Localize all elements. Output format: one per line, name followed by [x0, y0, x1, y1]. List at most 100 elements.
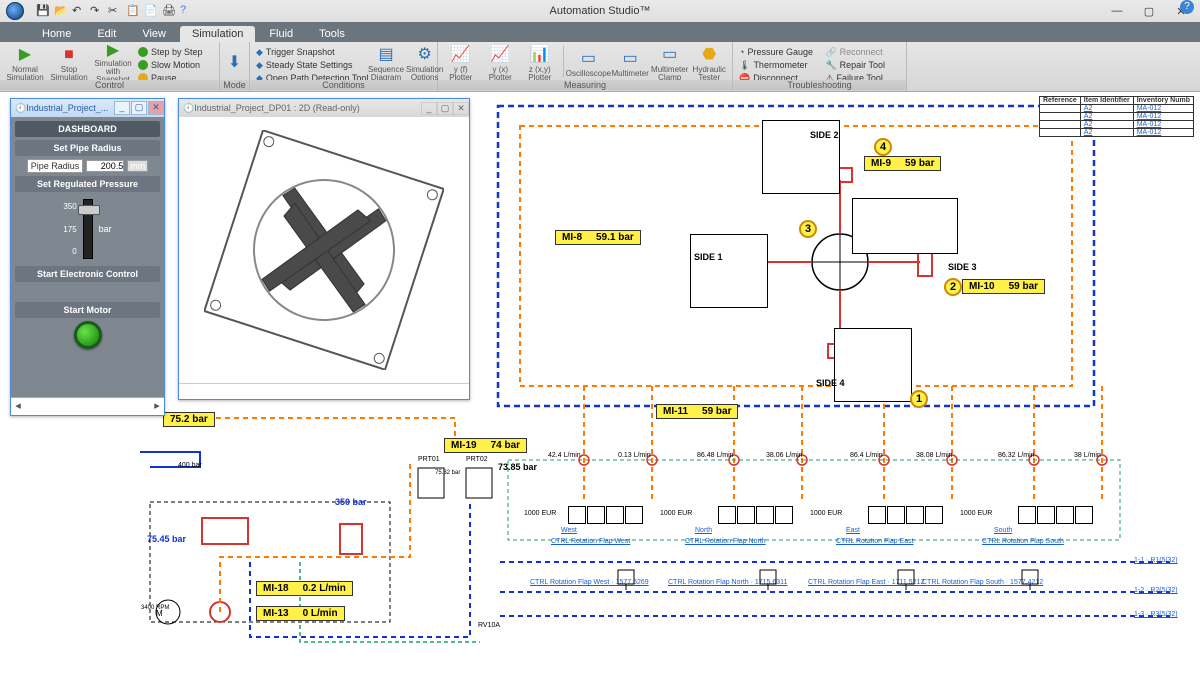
- qa-print-icon[interactable]: 🖨: [162, 4, 176, 18]
- readout-mi13: MI-130 L/min: [256, 606, 345, 621]
- mode-button[interactable]: ⬇: [224, 44, 245, 82]
- valve-block-south[interactable]: [1018, 506, 1093, 524]
- zxy-plotter-button[interactable]: 📊z (x,y) Plotter: [521, 44, 559, 82]
- tab-simulation[interactable]: Simulation: [180, 26, 255, 42]
- stop-simulation-button[interactable]: ■Stop Simulation: [48, 44, 90, 82]
- view-close-button[interactable]: ✕: [453, 102, 469, 115]
- readout-mi19: MI-1974 bar: [444, 438, 527, 453]
- app-icon: [6, 2, 24, 20]
- tab-edit[interactable]: Edit: [85, 26, 128, 42]
- hydraulic-tester-button[interactable]: ⬣Hydraulic Tester: [690, 44, 728, 82]
- dash-min-button[interactable]: _: [114, 101, 130, 115]
- quick-access-toolbar[interactable]: 💾 📂 ↶ ↷ ✂ 📋 📄 🖨 ?: [0, 4, 194, 18]
- dash-max-button[interactable]: ▢: [131, 101, 147, 115]
- simulation-snapshot-button[interactable]: ▶Simulation with Snapshot: [92, 44, 134, 82]
- flow-3b: 38.08 L/min: [916, 452, 953, 459]
- link-east[interactable]: East: [846, 527, 860, 534]
- start-motor-button[interactable]: [74, 321, 102, 349]
- side2-label: SIDE 2: [810, 130, 839, 140]
- repair-tool-button[interactable]: 🔧Repair Tool: [825, 59, 900, 71]
- side1-label: SIDE 1: [694, 252, 723, 262]
- radius-input[interactable]: [86, 160, 124, 172]
- flow-3a: 86.4 L/min: [850, 452, 883, 459]
- flow-4b: 38 L/min: [1074, 452, 1101, 459]
- dash-scroll-right[interactable]: ▸: [150, 399, 164, 412]
- sequence-diagram-button[interactable]: ▤Sequence Diagram: [368, 44, 404, 82]
- label-eur-1: 1000 EUR: [524, 510, 556, 517]
- yxt-plotter-button[interactable]: 📈y (x) Plotter: [482, 44, 520, 82]
- tab-view[interactable]: View: [130, 26, 178, 42]
- help-icon[interactable]: ?: [1180, 0, 1194, 14]
- ribbon-group-troubleshooting: ◔Pressure Gauge 🌡Thermometer ⛔Disconnect…: [733, 42, 907, 91]
- view-min-button[interactable]: _: [421, 102, 437, 115]
- tab-home[interactable]: Home: [30, 26, 83, 42]
- valve-block-north[interactable]: [718, 506, 793, 524]
- viewer-titlebar[interactable]: 🕘 Industrial_Project_DP01 : 2D (Read-onl…: [179, 99, 469, 117]
- qa-help-icon[interactable]: ?: [180, 4, 194, 18]
- port-r3[interactable]: 1-3 · R3(5/32): [1134, 611, 1178, 618]
- tab-tools[interactable]: Tools: [307, 26, 357, 42]
- link-ctrl-n[interactable]: CTRL Rotation Flap North: [685, 538, 766, 545]
- trigger-snapshot-button[interactable]: ◆Trigger Snapshot: [256, 46, 364, 58]
- node-1[interactable]: 1: [910, 390, 928, 408]
- tab-fluid[interactable]: Fluid: [257, 26, 305, 42]
- readout-mi18: MI-180.2 L/min: [256, 581, 353, 596]
- qa-redo-icon[interactable]: ↷: [90, 4, 104, 18]
- viewer-canvas[interactable]: [179, 117, 469, 383]
- component-side4[interactable]: [834, 328, 912, 402]
- oscilloscope-button[interactable]: ▭Oscilloscope: [567, 44, 609, 82]
- port-r1[interactable]: 1-1 · R1(5/32): [1134, 557, 1178, 564]
- normal-simulation-button[interactable]: ▶Normal Simulation: [4, 44, 46, 82]
- multimeter-button[interactable]: ▭Multimeter: [611, 44, 649, 82]
- step-by-step-button[interactable]: Step by Step: [138, 46, 203, 58]
- valve-block-east[interactable]: [868, 506, 943, 524]
- valve-block-west[interactable]: [568, 506, 643, 524]
- link-west[interactable]: West: [561, 527, 577, 534]
- dashboard-window[interactable]: 🕘 Industrial_Project_... _▢✕ DASHBOARD S…: [10, 98, 165, 416]
- steady-state-button[interactable]: ◆Steady State Settings: [256, 59, 364, 71]
- qa-cut-icon[interactable]: ✂: [108, 4, 122, 18]
- link-ctrl-e[interactable]: CTRL Rotation Flap East: [836, 538, 914, 545]
- view-max-button[interactable]: ▢: [437, 102, 453, 115]
- reconnect-button[interactable]: 🔗Reconnect: [825, 46, 900, 58]
- multimeter-clamp-button[interactable]: ▭Multimeter Clamp: [651, 44, 689, 82]
- link-ctrl-s[interactable]: CTRL Rotation Flap South: [982, 538, 1064, 545]
- link-south[interactable]: South: [994, 527, 1012, 534]
- reference-table[interactable]: ReferenceItem IdentifierInventory Numb A…: [1039, 96, 1194, 137]
- qa-paste-icon[interactable]: 📄: [144, 4, 158, 18]
- pressure-scale: 3501750: [63, 202, 76, 256]
- start-motor-heading: Start Motor: [15, 302, 160, 318]
- node-2[interactable]: 2: [944, 278, 962, 296]
- ribbon-group-measuring: 📈y (f) Plotter 📈y (x) Plotter 📊z (x,y) P…: [438, 42, 733, 91]
- qa-save-icon[interactable]: 💾: [36, 4, 50, 18]
- readout-7545: 75.45 bar: [147, 534, 186, 544]
- maximize-button[interactable]: ▢: [1134, 1, 1164, 21]
- dashboard-titlebar[interactable]: 🕘 Industrial_Project_... _▢✕: [11, 99, 164, 117]
- ribbon-tabs: Home Edit View Simulation Fluid Tools ?: [0, 22, 1200, 42]
- node-4[interactable]: 4: [874, 138, 892, 156]
- dash-scroll-left[interactable]: ◂: [11, 399, 25, 412]
- workspace[interactable]: M SIDE 1 SIDE 2 SIDE 3 SIDE 4 4 3 2 1 MI…: [0, 92, 1200, 674]
- slow-motion-button[interactable]: Slow Motion: [138, 59, 203, 71]
- component-side1[interactable]: [690, 234, 768, 308]
- qa-copy-icon[interactable]: 📋: [126, 4, 140, 18]
- link-ctrl-w[interactable]: CTRL Rotation Flap West: [551, 538, 630, 545]
- thermometer-button[interactable]: 🌡Thermometer: [739, 59, 819, 71]
- label-400bar: 400 bar: [178, 462, 202, 469]
- viewer-window[interactable]: 🕘 Industrial_Project_DP01 : 2D (Read-onl…: [178, 98, 470, 400]
- dash-close-button[interactable]: ✕: [148, 101, 164, 115]
- qa-undo-icon[interactable]: ↶: [72, 4, 86, 18]
- label-rpm: 3400 RPM: [141, 605, 169, 611]
- pressure-slider[interactable]: [83, 199, 93, 259]
- pressure-gauge-button[interactable]: ◔Pressure Gauge: [739, 46, 819, 58]
- ribbon-group-conditions: ◆Trigger Snapshot ◆Steady State Settings…: [250, 42, 438, 91]
- node-3[interactable]: 3: [799, 220, 817, 238]
- component-side3[interactable]: [852, 198, 958, 254]
- minimize-button[interactable]: —: [1102, 1, 1132, 21]
- qa-open-icon[interactable]: 📂: [54, 4, 68, 18]
- yft-plotter-button[interactable]: 📈y (f) Plotter: [442, 44, 480, 82]
- port-r2[interactable]: 1-2 · R2(5/32): [1134, 587, 1178, 594]
- readout-7385: 73.85 bar: [498, 462, 537, 472]
- readout-mi11: MI-1159 bar: [656, 404, 738, 419]
- link-north[interactable]: North: [695, 527, 712, 534]
